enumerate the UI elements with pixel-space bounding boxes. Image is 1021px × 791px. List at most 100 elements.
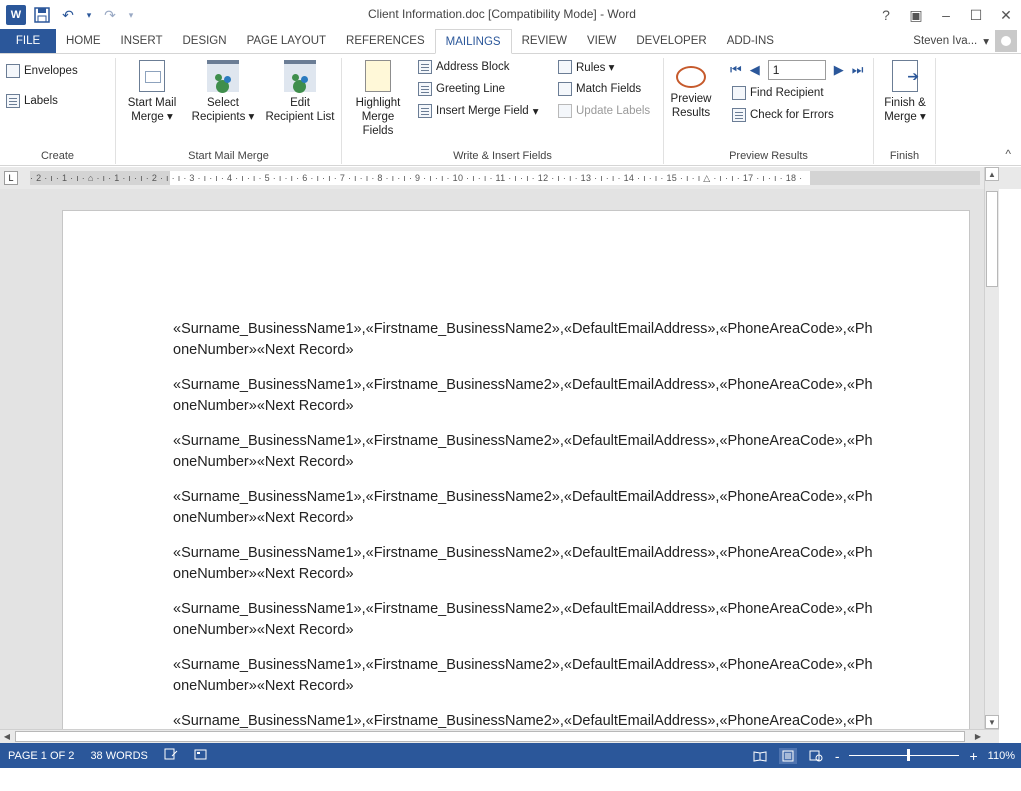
save-button[interactable] <box>32 5 52 25</box>
document-icon <box>139 60 165 92</box>
undo-dropdown[interactable]: ▾ <box>84 5 94 25</box>
scroll-down-button[interactable]: ▼ <box>985 715 999 729</box>
proofing-icon[interactable] <box>156 748 186 763</box>
finish-label-2: Merge ▾ <box>884 111 926 123</box>
merge-record-paragraph[interactable]: «Surname_BusinessName1»,«Firstname_Busin… <box>173 319 873 361</box>
page-count[interactable]: PAGE 1 OF 2 <box>0 750 82 762</box>
ruler-right-margin <box>810 171 980 185</box>
record-navigation: ⏮ ◀ ▶ ⏭ <box>730 60 863 80</box>
start-mail-merge-button[interactable]: Start Mail Merge ▾ <box>122 60 182 124</box>
horizontal-scrollbar[interactable]: ◀ ▶ <box>0 729 999 743</box>
window-title: Client Information.doc [Compatibility Mo… <box>368 7 636 21</box>
merge-record-paragraph[interactable]: «Surname_BusinessName1»,«Firstname_Busin… <box>173 655 873 697</box>
ribbon-display-options-button[interactable]: ▣ <box>901 0 931 30</box>
start-mail-merge-label-1: Start Mail <box>127 97 177 109</box>
collapse-ribbon-button[interactable]: ^ <box>1005 147 1011 161</box>
rules-button[interactable]: Rules ▾ <box>558 60 614 74</box>
tab-add-ins[interactable]: ADD-INS <box>717 29 784 53</box>
find-recipient-button[interactable]: Find Recipient <box>732 86 824 100</box>
select-recipients-label-2: Recipients ▾ <box>191 111 255 123</box>
recipients-icon <box>207 60 239 92</box>
user-name: Steven Iva... <box>913 35 978 47</box>
tab-selector[interactable]: L <box>4 171 18 185</box>
merge-record-paragraph[interactable]: «Surname_BusinessName1»,«Firstname_Busin… <box>173 431 873 473</box>
vertical-scroll-thumb[interactable] <box>986 191 998 287</box>
envelopes-button[interactable]: Envelopes <box>6 64 78 78</box>
tab-file[interactable]: FILE <box>0 29 56 53</box>
labels-button[interactable]: Labels <box>6 94 58 108</box>
vertical-scrollbar[interactable]: ▲ ▼ <box>984 167 999 729</box>
zoom-slider[interactable] <box>849 749 960 761</box>
macro-icon[interactable] <box>186 748 216 763</box>
tab-home[interactable]: HOME <box>56 29 111 53</box>
group-finish: Finish & Merge ▾ Finish <box>874 58 936 164</box>
address-block-button[interactable]: Address Block <box>418 60 510 74</box>
envelope-icon <box>6 64 20 78</box>
user-account[interactable]: Steven Iva... ▾ <box>913 29 1021 53</box>
tab-insert[interactable]: INSERT <box>111 29 173 53</box>
update-labels-button[interactable]: Update Labels <box>558 104 650 118</box>
match-fields-button[interactable]: Match Fields <box>558 82 641 96</box>
ribbon-tabs: FILE HOME INSERT DESIGN PAGE LAYOUT REFE… <box>0 29 1021 54</box>
redo-button[interactable]: ↷ <box>100 5 120 25</box>
customize-qat-button[interactable]: ▾ <box>126 5 136 25</box>
zoom-in-button[interactable]: + <box>969 748 977 764</box>
scroll-left-button[interactable]: ◀ <box>0 730 14 743</box>
read-mode-icon[interactable] <box>751 748 769 764</box>
record-number-input[interactable] <box>767 60 826 80</box>
previous-record-button[interactable]: ◀ <box>750 62 760 78</box>
edit-recipient-label-1: Edit <box>290 97 310 109</box>
chevron-down-icon[interactable]: ▾ <box>533 104 539 118</box>
group-label-finish: Finish <box>889 150 920 162</box>
maximize-button[interactable]: ☐ <box>961 0 991 30</box>
window-controls: ? ▣ – ☐ ✕ <box>871 0 1021 30</box>
close-button[interactable]: ✕ <box>991 0 1021 30</box>
match-fields-icon <box>558 82 572 96</box>
merge-record-paragraph[interactable]: «Surname_BusinessName1»,«Firstname_Busin… <box>173 487 873 529</box>
web-layout-icon[interactable] <box>807 748 825 764</box>
zoom-slider-thumb[interactable] <box>907 749 911 761</box>
first-record-button[interactable]: ⏮ <box>730 62 742 78</box>
tab-view[interactable]: VIEW <box>577 29 626 53</box>
scroll-right-button[interactable]: ▶ <box>971 730 985 743</box>
finish-merge-button[interactable]: Finish & Merge ▾ <box>878 60 932 124</box>
next-record-button[interactable]: ▶ <box>834 62 844 78</box>
word-count[interactable]: 38 WORDS <box>82 750 155 762</box>
tab-page-layout[interactable]: PAGE LAYOUT <box>237 29 336 53</box>
insert-merge-field-icon <box>418 104 432 118</box>
highlight-merge-fields-button[interactable]: Highlight Merge Fields <box>346 60 410 138</box>
merge-record-paragraph[interactable]: «Surname_BusinessName1»,«Firstname_Busin… <box>173 375 873 417</box>
word-logo-icon[interactable]: W <box>6 5 26 25</box>
help-button[interactable]: ? <box>871 0 901 30</box>
last-record-button[interactable]: ⏭ <box>852 62 864 78</box>
group-label-start-mail-merge: Start Mail Merge <box>188 150 269 162</box>
tab-references[interactable]: REFERENCES <box>336 29 435 53</box>
finish-merge-icon <box>892 60 919 92</box>
tab-developer[interactable]: DEVELOPER <box>626 29 716 53</box>
zoom-level[interactable]: 110% <box>988 750 1015 762</box>
tab-design[interactable]: DESIGN <box>172 29 236 53</box>
minimize-button[interactable]: – <box>931 0 961 30</box>
check-errors-icon <box>732 108 746 122</box>
print-layout-icon[interactable] <box>778 747 797 764</box>
merge-record-paragraph[interactable]: «Surname_BusinessName1»,«Firstname_Busin… <box>173 711 873 729</box>
greeting-line-button[interactable]: Greeting Line <box>418 82 505 96</box>
zoom-out-button[interactable]: - <box>835 748 840 764</box>
tab-review[interactable]: REVIEW <box>512 29 577 53</box>
group-preview-results: Preview Results ⏮ ◀ ▶ ⏭ Find Recipient C… <box>664 58 874 164</box>
preview-results-button[interactable]: Preview Results <box>668 60 714 120</box>
horizontal-ruler[interactable]: · 2 · ı · 1 · ı · ⌂ · ı · 1 · ı · ı · 2 … <box>30 171 980 185</box>
merge-record-paragraph[interactable]: «Surname_BusinessName1»,«Firstname_Busin… <box>173 599 873 641</box>
document-page[interactable]: «Surname_BusinessName1»,«Firstname_Busin… <box>62 210 970 729</box>
merge-record-paragraph[interactable]: «Surname_BusinessName1»,«Firstname_Busin… <box>173 543 873 585</box>
scroll-up-button[interactable]: ▲ <box>985 167 999 181</box>
insert-merge-field-button[interactable]: Insert Merge Field ▾ <box>418 104 538 118</box>
undo-button[interactable]: ↶ <box>58 5 78 25</box>
tab-mailings[interactable]: MAILINGS <box>434 29 512 54</box>
edit-recipient-list-button[interactable]: Edit Recipient List <box>262 60 338 124</box>
bottom-margin <box>0 768 1021 791</box>
ribbon: Envelopes Labels Create Start Mail Merge… <box>0 54 1021 166</box>
check-for-errors-button[interactable]: Check for Errors <box>732 108 834 122</box>
select-recipients-button[interactable]: Select Recipients ▾ <box>190 60 256 124</box>
horizontal-scroll-thumb[interactable] <box>15 731 965 742</box>
